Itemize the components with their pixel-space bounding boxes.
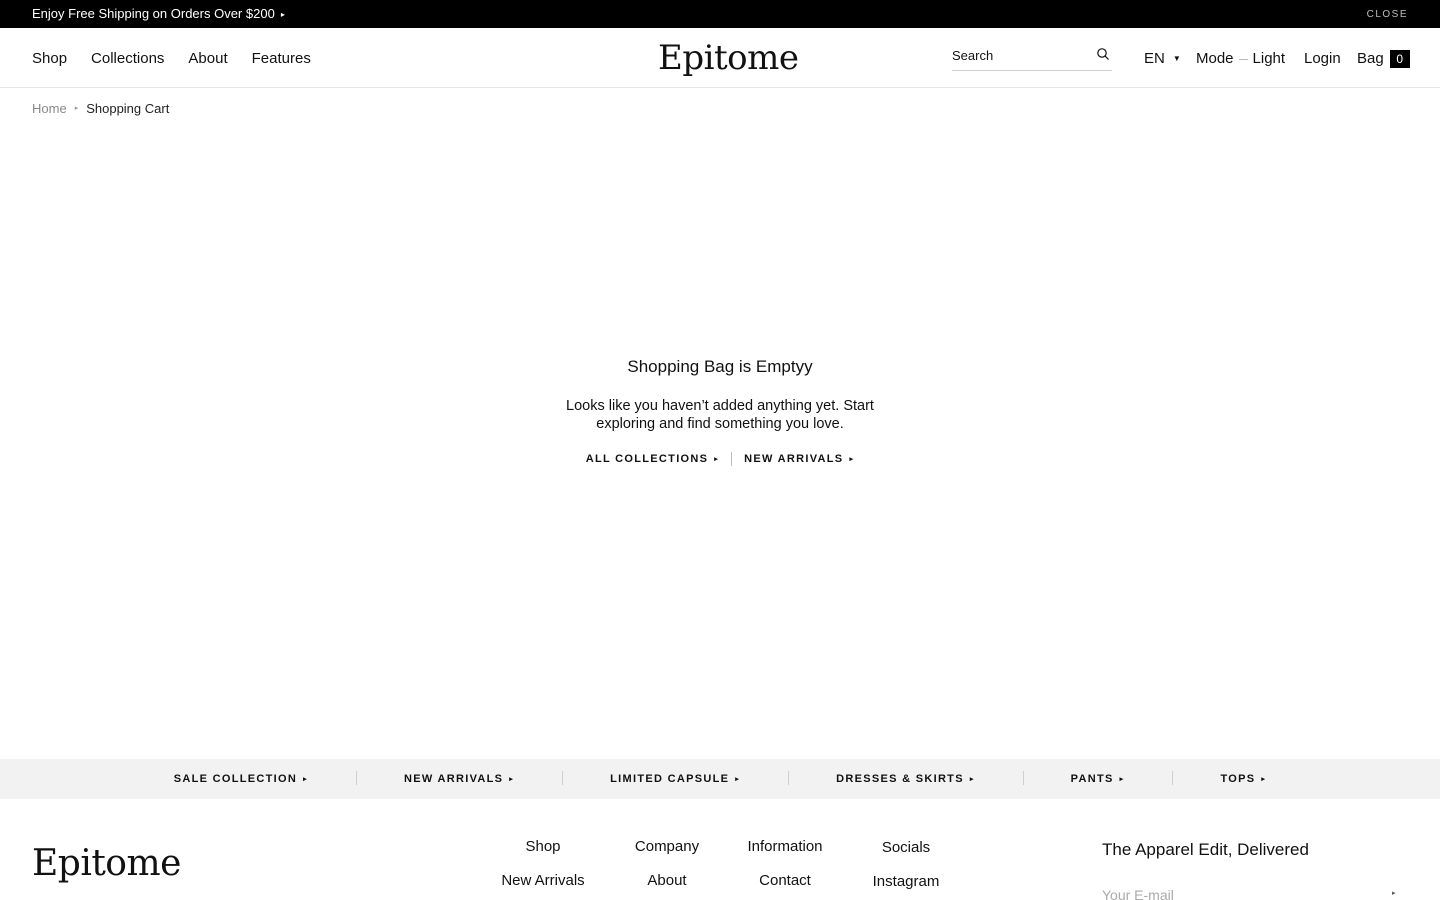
announcement-text: Enjoy Free Shipping on Orders Over $200	[32, 6, 275, 21]
bag-label: Bag	[1357, 50, 1384, 67]
newsletter-submit-arrow-icon[interactable]: ▸	[1392, 889, 1396, 897]
arrow-right-icon: ▸	[735, 776, 741, 783]
caret-down-icon: ▼	[1172, 54, 1181, 63]
search-icon[interactable]	[1096, 47, 1110, 61]
arrow-right-icon: ▸	[1119, 776, 1125, 783]
arrow-right-icon: ▸	[509, 776, 515, 783]
nav-about[interactable]: About	[188, 50, 227, 68]
newsletter-title: The Apparel Edit, Delivered	[1102, 840, 1309, 859]
category-label: PANTS	[1070, 773, 1114, 785]
footer-logo[interactable]: Epitome	[32, 842, 181, 886]
footer-column-information: Information Contact	[738, 838, 832, 890]
footer-column-socials: Socials Instagram	[864, 839, 948, 891]
category-label: SALE COLLECTION	[173, 773, 298, 785]
arrow-right-icon: ▸	[280, 10, 285, 19]
search-box	[952, 44, 1112, 71]
footer-heading: Shop	[525, 838, 561, 855]
arrow-right-icon: ▸	[714, 456, 720, 463]
announcement-link[interactable]: Enjoy Free Shipping on Orders Over $200 ▸	[32, 7, 285, 22]
announcement-close-button[interactable]: CLOSE	[1367, 9, 1408, 20]
main-nav: Shop Collections About Features	[32, 50, 311, 68]
footer-column-shop: Shop New Arrivals	[498, 838, 588, 890]
arrow-right-icon: ▸	[849, 456, 855, 463]
bag-count-badge: 0	[1389, 50, 1410, 68]
link-divider	[731, 452, 733, 466]
category-bar: SALE COLLECTION ▸ NEW ARRIVALS ▸ LIMITED C…	[0, 759, 1440, 799]
category-dresses-skirts[interactable]: DRESSES & SKIRTS ▸	[788, 771, 1023, 785]
nav-shop[interactable]: Shop	[32, 50, 67, 68]
breadcrumb: Home ▸ Shopping Cart	[32, 101, 169, 117]
footer-heading: Information	[747, 838, 823, 855]
mode-divider	[1238, 58, 1248, 60]
arrow-right-icon: ▸	[74, 105, 79, 112]
newsletter-email-input[interactable]	[1102, 884, 1382, 900]
bag-button[interactable]: Bag 0	[1357, 50, 1410, 68]
all-collections-label: ALL COLLECTIONS	[585, 453, 709, 465]
arrow-right-icon: ▸	[1261, 776, 1267, 783]
mode-light-toggle[interactable]: Light	[1253, 50, 1286, 68]
search-input[interactable]	[952, 44, 1084, 66]
new-arrivals-link[interactable]: NEW ARRIVALS ▸	[744, 453, 854, 465]
footer-column-company: Company About	[624, 838, 710, 890]
mode-label: Mode	[1196, 50, 1234, 67]
category-label: TOPS	[1220, 773, 1256, 785]
language-selector[interactable]: EN ▼	[1144, 50, 1181, 68]
footer-link-instagram[interactable]: Instagram	[864, 873, 948, 891]
category-pants[interactable]: PANTS ▸	[1022, 771, 1173, 785]
footer-link-contact[interactable]: Contact	[738, 872, 832, 890]
breadcrumb-current: Shopping Cart	[86, 101, 170, 116]
category-tops[interactable]: TOPS ▸	[1172, 771, 1314, 785]
empty-bag-description: Looks like you haven’t added anything ye…	[566, 398, 874, 432]
breadcrumb-home[interactable]: Home	[32, 101, 67, 117]
footer-heading: Socials	[881, 839, 931, 856]
language-value: EN	[1144, 50, 1165, 67]
all-collections-link[interactable]: ALL COLLECTIONS ▸	[586, 453, 719, 465]
arrow-right-icon: ▸	[969, 776, 975, 783]
category-label: DRESSES & SKIRTS	[836, 773, 964, 785]
footer-link-new-arrivals[interactable]: New Arrivals	[498, 872, 588, 890]
new-arrivals-label: NEW ARRIVALS	[744, 453, 844, 465]
mode-toggle: Mode Light	[1196, 50, 1285, 68]
site-header: Shop Collections About Features Epitome …	[0, 28, 1440, 88]
empty-bag-links: ALL COLLECTIONS ▸ NEW ARRIVALS ▸	[0, 452, 1440, 466]
footer-link-about[interactable]: About	[624, 872, 710, 890]
announcement-bar: Enjoy Free Shipping on Orders Over $200 ▸…	[0, 0, 1440, 28]
footer-heading: Company	[634, 838, 700, 855]
category-limited-capsule[interactable]: LIMITED CAPSULE ▸	[562, 771, 788, 785]
arrow-right-icon: ▸	[303, 776, 308, 783]
category-new-arrivals[interactable]: NEW ARRIVALS ▸	[355, 771, 562, 785]
site-logo[interactable]: Epitome	[658, 38, 799, 78]
login-link[interactable]: Login	[1304, 50, 1341, 68]
category-label: LIMITED CAPSULE	[610, 773, 730, 785]
empty-bag-title: Shopping Bag is Emptyy	[627, 357, 813, 376]
nav-features[interactable]: Features	[252, 50, 311, 68]
nav-collections[interactable]: Collections	[91, 50, 164, 68]
category-label: NEW ARRIVALS	[403, 773, 504, 785]
category-sale-collection[interactable]: SALE COLLECTION ▸	[126, 773, 356, 785]
